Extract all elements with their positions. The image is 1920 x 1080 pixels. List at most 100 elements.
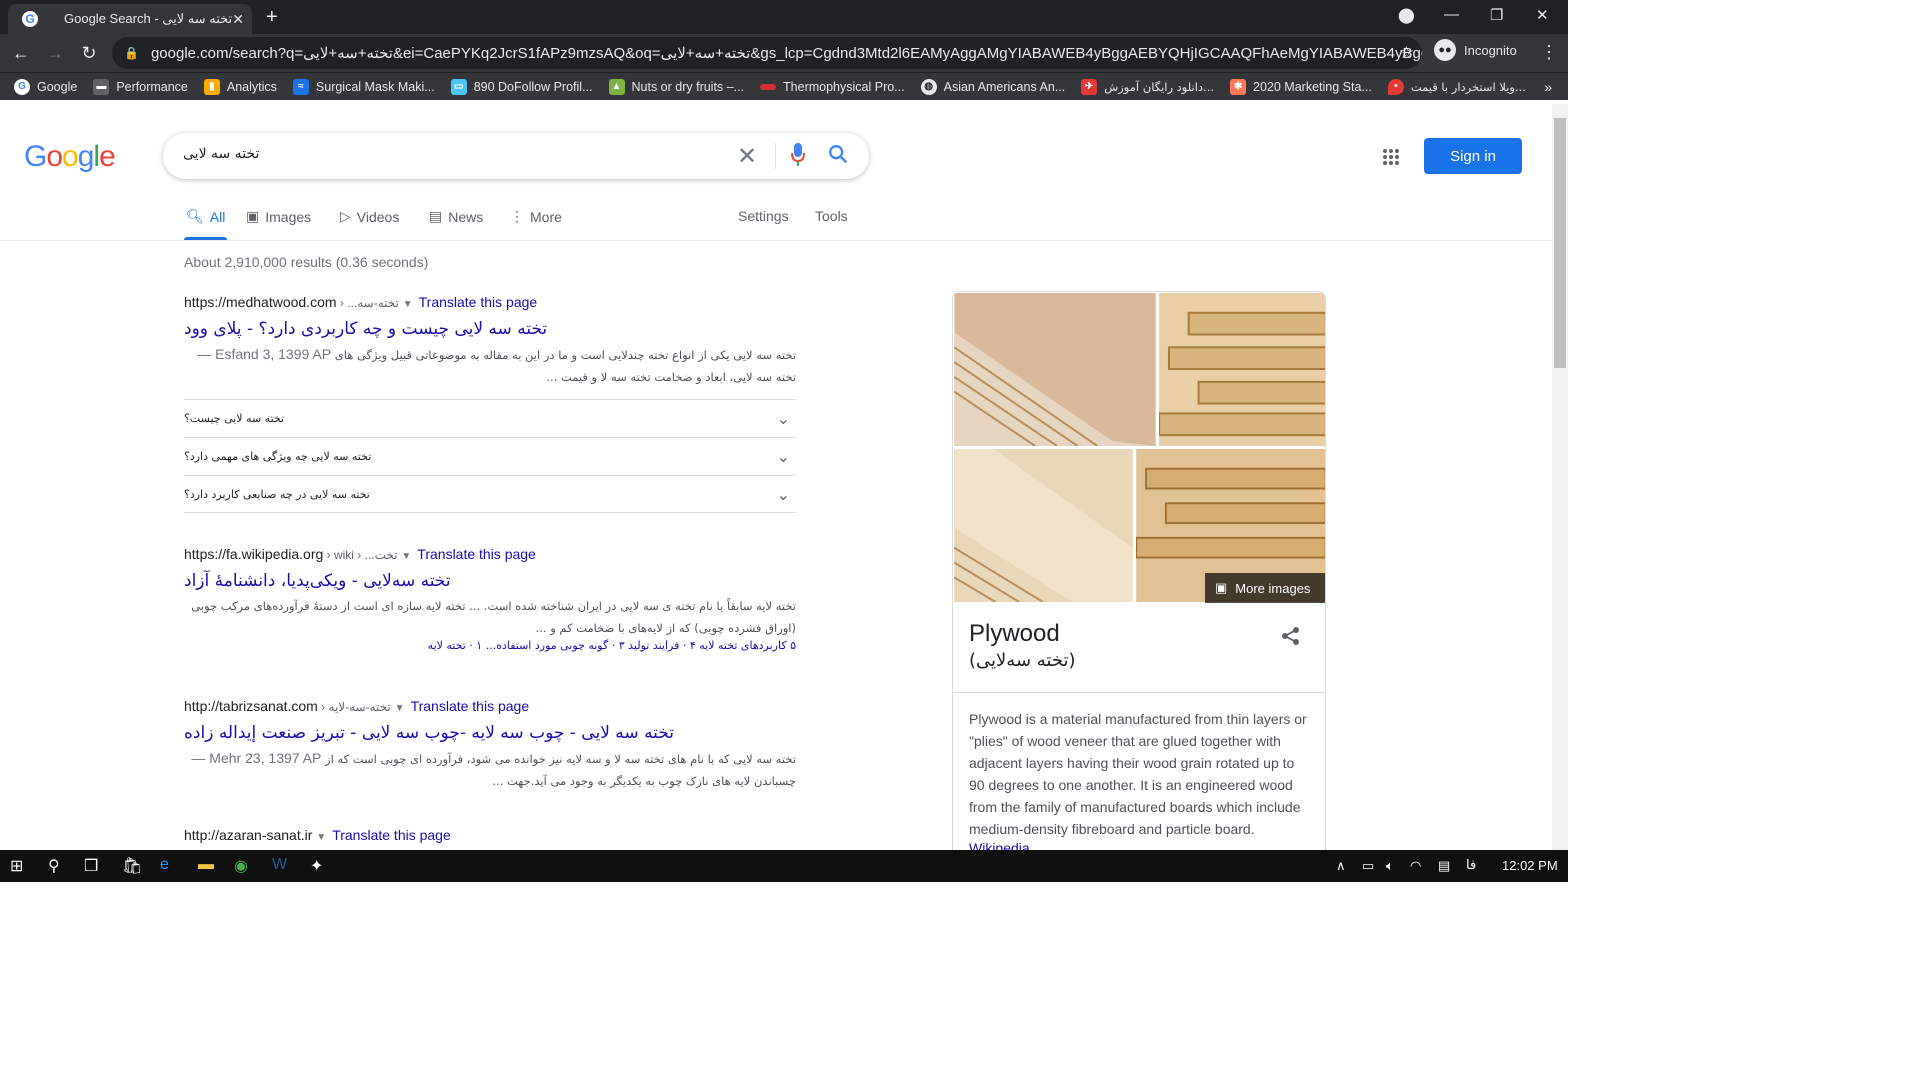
more-icon: ⋮: [510, 208, 524, 224]
battery-icon[interactable]: ▭: [1362, 858, 1374, 874]
tab-more[interactable]: ⋮ More: [510, 208, 562, 225]
faq-item[interactable]: ⌄ تخته سه لایی چیست؟: [184, 399, 796, 437]
word-icon[interactable]: W: [272, 856, 287, 874]
forward-icon[interactable]: →: [38, 43, 72, 64]
faq-item[interactable]: ⌄ تخته سه لایی چه ویژگی های مهمی دارد؟: [184, 437, 796, 475]
close-tab-icon[interactable]: ✕: [232, 11, 244, 28]
bookmark-item[interactable]: ≈ Surgical Mask Maki...: [292, 78, 435, 95]
minimize-icon[interactable]: —: [1444, 6, 1459, 23]
kp-description: Plywood is a material manufactured from …: [969, 711, 1307, 837]
bookmarks-bar: G Google ▬ Performance ▮ Analytics ≈ Surgica…: [0, 72, 1568, 100]
tab-videos[interactable]: ▷ Videos: [340, 208, 399, 225]
back-icon[interactable]: ←: [4, 43, 38, 64]
volume-icon[interactable]: 🔈︎: [1386, 858, 1394, 874]
news-icon: ▤: [429, 208, 443, 224]
translate-link[interactable]: Translate this page: [332, 827, 451, 843]
ring-icon: [760, 83, 777, 90]
more-images-button[interactable]: ▣ More images: [1205, 573, 1325, 603]
search-tabs: 🔍︎ All ▣ Images ▷ Videos ▤ News ⋮ More Settin…: [0, 200, 1552, 241]
result-cite[interactable]: https://fa.wikipedia.org › wiki › ...تخت…: [184, 546, 796, 562]
bookmark-item[interactable]: Thermophysical Pro...: [760, 80, 905, 94]
windows-start-icon[interactable]: ⊞: [10, 856, 23, 876]
search-icon[interactable]: ⚲: [48, 856, 60, 876]
result-cite[interactable]: https://medhatwood.com › ...تخته-سه ▼ Tra…: [184, 294, 796, 310]
result-snippet: تخته سه لایی، ابعاد و ضخامت تخته سه لا و…: [546, 370, 796, 384]
tools-link[interactable]: Tools: [815, 208, 848, 224]
notifications-icon[interactable]: ▤: [1438, 858, 1450, 874]
plywood-image[interactable]: [953, 292, 1157, 447]
result-title[interactable]: تخته سه لایی - چوب سه لایه -چوب سه لایی …: [184, 723, 796, 743]
share-icon[interactable]: [1281, 626, 1301, 646]
reload-icon[interactable]: ↻: [72, 43, 106, 64]
dropdown-arrow-icon[interactable]: ▼: [395, 703, 405, 714]
incognito-badge[interactable]: ●● Incognito: [1434, 39, 1517, 61]
chrome-icon[interactable]: ◉: [234, 856, 248, 876]
search-icon[interactable]: [827, 143, 849, 165]
search-page: Google تخته سه لایی ✕ Sign in 🔍︎ All ▣ Ima…: [0, 104, 1552, 850]
search-input[interactable]: تخته سه لایی: [183, 146, 259, 162]
language-indicator[interactable]: فا: [1466, 858, 1476, 873]
tab-search-icon[interactable]: ⬤: [1398, 6, 1415, 24]
dropdown-arrow-icon[interactable]: ▼: [401, 551, 411, 562]
translate-link[interactable]: Translate this page: [419, 294, 538, 310]
tab-news[interactable]: ▤ News: [429, 208, 483, 225]
restore-icon[interactable]: ❐: [1490, 6, 1503, 24]
bookmark-item[interactable]: ✈ دانلود رایگان آموزش...: [1081, 78, 1214, 95]
browser-tab[interactable]: G Google Search - تخته سه لایی ✕: [8, 4, 252, 34]
faq-item[interactable]: ⌄ تخته سه لایی در چه صنایعی کاربرد دارد؟: [184, 475, 796, 513]
bookmark-item[interactable]: ▮ Analytics: [203, 78, 277, 95]
new-tab-button[interactable]: +: [266, 6, 278, 29]
result-cite[interactable]: http://tabrizsanat.com › تخته-سه-لایه ▼ T…: [184, 698, 796, 714]
bookmark-item[interactable]: ◍ Asian Americans An...: [920, 78, 1065, 95]
task-view-icon[interactable]: ❒: [84, 856, 98, 876]
wifi-icon[interactable]: ◠: [1410, 858, 1421, 874]
microphone-icon[interactable]: [791, 143, 805, 167]
dropdown-arrow-icon[interactable]: ▼: [403, 299, 413, 310]
bookmark-item[interactable]: • ویلا استخردار با قیمت...: [1387, 78, 1526, 95]
plywood-image[interactable]: [953, 448, 1134, 603]
google-logo[interactable]: Google: [24, 140, 116, 174]
lock-icon[interactable]: 🔒: [124, 46, 139, 60]
plywood-image[interactable]: [1158, 292, 1326, 447]
store-icon[interactable]: 🛍︎: [122, 856, 142, 876]
apps-grid-icon[interactable]: [1382, 148, 1400, 166]
address-bar[interactable]: 🔒 google.com/search?q=تخته+سه+لایی&ei=Ca…: [112, 37, 1422, 69]
kp-source-link[interactable]: Wikipedia: [969, 840, 1030, 850]
file-explorer-icon[interactable]: ▬: [198, 856, 214, 874]
translate-link[interactable]: Translate this page: [417, 546, 536, 562]
dropdown-arrow-icon[interactable]: ▼: [316, 832, 326, 843]
app-icon[interactable]: ✦: [310, 856, 323, 876]
bookmark-item[interactable]: ▲ Nuts or dry fruits –...: [608, 78, 744, 95]
settings-link[interactable]: Settings: [738, 208, 789, 224]
bookmark-star-icon[interactable]: ☆: [1399, 43, 1414, 63]
globe-icon: ◍: [920, 78, 937, 95]
result-title[interactable]: تخته سه لایی چیست و چه کاربردی دارد؟ - پ…: [184, 319, 796, 339]
bookmark-item[interactable]: ▬ Performance: [93, 78, 188, 95]
result-sitelinks[interactable]: ۵ کاربردهای تخته لایه ۴ · فرایند تولید ۳…: [184, 639, 796, 652]
car-icon: ▬: [93, 78, 110, 95]
image-icon: ▭: [450, 78, 467, 95]
page-scrollbar[interactable]: [1552, 104, 1568, 850]
clear-icon[interactable]: ✕: [737, 142, 757, 171]
close-window-icon[interactable]: ✕: [1536, 6, 1549, 24]
translate-link[interactable]: Translate this page: [411, 698, 530, 714]
sign-in-button[interactable]: Sign in: [1424, 138, 1522, 174]
chrome-menu-icon[interactable]: ⋮: [1540, 42, 1558, 63]
bookmark-item[interactable]: ✱ 2020 Marketing Sta...: [1230, 78, 1372, 95]
tab-all[interactable]: 🔍︎ All: [183, 208, 228, 240]
result-cite[interactable]: http://azaran-sanat.ir ▼ Translate this p…: [184, 827, 796, 843]
search-box[interactable]: تخته سه لایی ✕: [163, 133, 869, 179]
result-title[interactable]: تخته سه‌لایی - ویکی‌پدیا، دانشنامهٔ آزاد: [184, 571, 796, 591]
clock[interactable]: 12:02 PM: [1502, 858, 1558, 873]
pin-icon: •: [1387, 78, 1404, 95]
tray-chevron-icon[interactable]: ∧: [1336, 858, 1346, 874]
bookmark-item[interactable]: G Google: [14, 78, 77, 95]
chevron-down-icon: ⌄: [776, 484, 790, 504]
bookmarks-overflow-icon[interactable]: »: [1544, 79, 1552, 95]
bookmark-item[interactable]: ▭ 890 DoFollow Profil...: [450, 78, 593, 95]
result-snippet: تخته سه لایی که با نام های تخته سه لا و …: [191, 750, 796, 766]
scrollbar-thumb[interactable]: [1554, 118, 1566, 368]
edge-icon[interactable]: e: [160, 856, 169, 874]
windows-taskbar: ⊞ ⚲ ❒ 🛍︎ e ▬ ◉ W ✦ ∧ ▭ 🔈︎ ◠ ▤ فا 12:02 P…: [0, 850, 1568, 882]
tab-images[interactable]: ▣ Images: [246, 208, 311, 225]
